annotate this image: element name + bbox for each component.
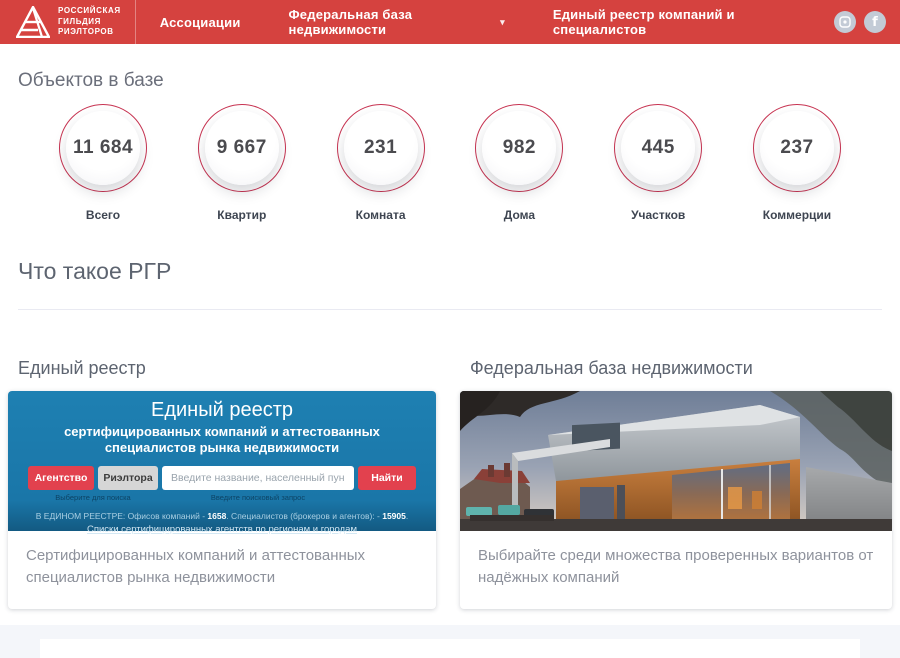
top-navbar: РОССИЙСКАЯ ГИЛЬДИЯ РИЭЛТОРОВ Ассоциации … xyxy=(0,0,900,44)
stat-value: 237 xyxy=(780,137,813,159)
stat-label: Коммерции xyxy=(763,208,831,222)
stat-label: Квартир xyxy=(217,208,266,222)
stat-total: 11 684 Всего xyxy=(40,104,166,222)
registry-banner-subtitle: сертифицированных компаний и аттестованн… xyxy=(28,424,416,457)
registry-column: Единый реестр Единый реестр сертифициров… xyxy=(8,358,436,609)
rgr-logo-icon xyxy=(16,6,50,38)
nav-item-label: Ассоциации xyxy=(160,15,241,30)
nav-item-associations[interactable]: Ассоциации xyxy=(136,0,265,44)
hint-choose: Выберите для поиска xyxy=(28,493,158,502)
offices-count: 1658 xyxy=(207,511,226,521)
stat-label: Комната xyxy=(356,208,406,222)
registry-search-form: Агентство Риэлтора Найти xyxy=(28,466,416,490)
stat-value: 445 xyxy=(642,137,675,159)
nav-item-label: Единый реестр компаний и специалистов xyxy=(553,7,810,37)
stat-label: Дома xyxy=(504,208,535,222)
section-divider xyxy=(18,309,882,310)
agency-toggle-button[interactable]: Агентство xyxy=(28,466,94,490)
stat-apartments: 9 667 Квартир xyxy=(179,104,305,222)
about-title: Что такое РГР xyxy=(18,258,882,285)
stat-label: Участков xyxy=(631,208,685,222)
registry-banner-title: Единый реестр xyxy=(28,399,416,422)
bottom-panel xyxy=(40,639,860,658)
bottom-section xyxy=(0,625,900,658)
realtor-toggle-button[interactable]: Риэлтора xyxy=(98,466,158,490)
stat-value: 231 xyxy=(364,137,397,159)
stats-section: Объектов в базе 11 684 Всего 9 667 Кварт… xyxy=(0,70,900,222)
social-links: f xyxy=(834,11,900,33)
chevron-down-icon: ▾ xyxy=(500,17,505,28)
rgr-logo-text: РОССИЙСКАЯ ГИЛЬДИЯ РИЭЛТОРОВ xyxy=(58,6,121,37)
stats-row: 11 684 Всего 9 667 Квартир 231 Комната 9… xyxy=(18,104,882,222)
registry-counters: В ЕДИНОМ РЕЕСТРЕ: Офисов компаний - 1658… xyxy=(28,511,416,521)
facebook-icon[interactable]: f xyxy=(864,11,886,33)
registry-card: Единый реестр сертифицированных компаний… xyxy=(8,391,436,609)
hint-query: Введите поисковый запрос xyxy=(158,493,358,502)
stat-commercial: 237 Коммерции xyxy=(734,104,860,222)
main-nav: Ассоциации Федеральная база недвижимости… xyxy=(136,0,834,44)
registry-banner: Единый реестр сертифицированных компаний… xyxy=(8,391,436,531)
nav-item-federal-base[interactable]: Федеральная база недвижимости ▾ xyxy=(265,0,529,44)
stat-plots: 445 Участков xyxy=(595,104,721,222)
specialists-count: 15905 xyxy=(382,511,406,521)
search-button[interactable]: Найти xyxy=(358,466,416,490)
house-photo[interactable] xyxy=(460,391,892,531)
instagram-icon[interactable] xyxy=(834,11,856,33)
rgr-logo[interactable]: РОССИЙСКАЯ ГИЛЬДИЯ РИЭЛТОРОВ xyxy=(0,0,136,44)
stat-label: Всего xyxy=(86,208,120,222)
fedbase-section-title: Федеральная база недвижимости xyxy=(470,358,892,379)
stat-value: 982 xyxy=(503,137,536,159)
fedbase-caption: Выбирайте среди множества проверенных ва… xyxy=(460,531,892,609)
nav-item-label: Федеральная база недвижимости xyxy=(289,7,496,37)
about-section: Что такое РГР xyxy=(0,258,900,310)
fedbase-card: Выбирайте среди множества проверенных ва… xyxy=(460,391,892,609)
fedbase-column: Федеральная база недвижимости xyxy=(460,358,892,609)
nav-item-unified-registry[interactable]: Единый реестр компаний и специалистов xyxy=(529,0,834,44)
stat-rooms: 231 Комната xyxy=(318,104,444,222)
registry-section-title: Единый реестр xyxy=(18,358,436,379)
stats-title: Объектов в базе xyxy=(18,70,882,92)
stat-houses: 982 Дома xyxy=(456,104,582,222)
registry-caption: Сертифицированных компаний и аттестованн… xyxy=(8,531,436,609)
stat-value: 9 667 xyxy=(217,137,267,159)
feature-cards: Единый реестр Единый реестр сертифициров… xyxy=(0,358,900,609)
registry-search-input[interactable] xyxy=(162,466,354,490)
stat-value: 11 684 xyxy=(73,137,133,159)
form-hints: Выберите для поиска Введите поисковый за… xyxy=(28,493,416,502)
